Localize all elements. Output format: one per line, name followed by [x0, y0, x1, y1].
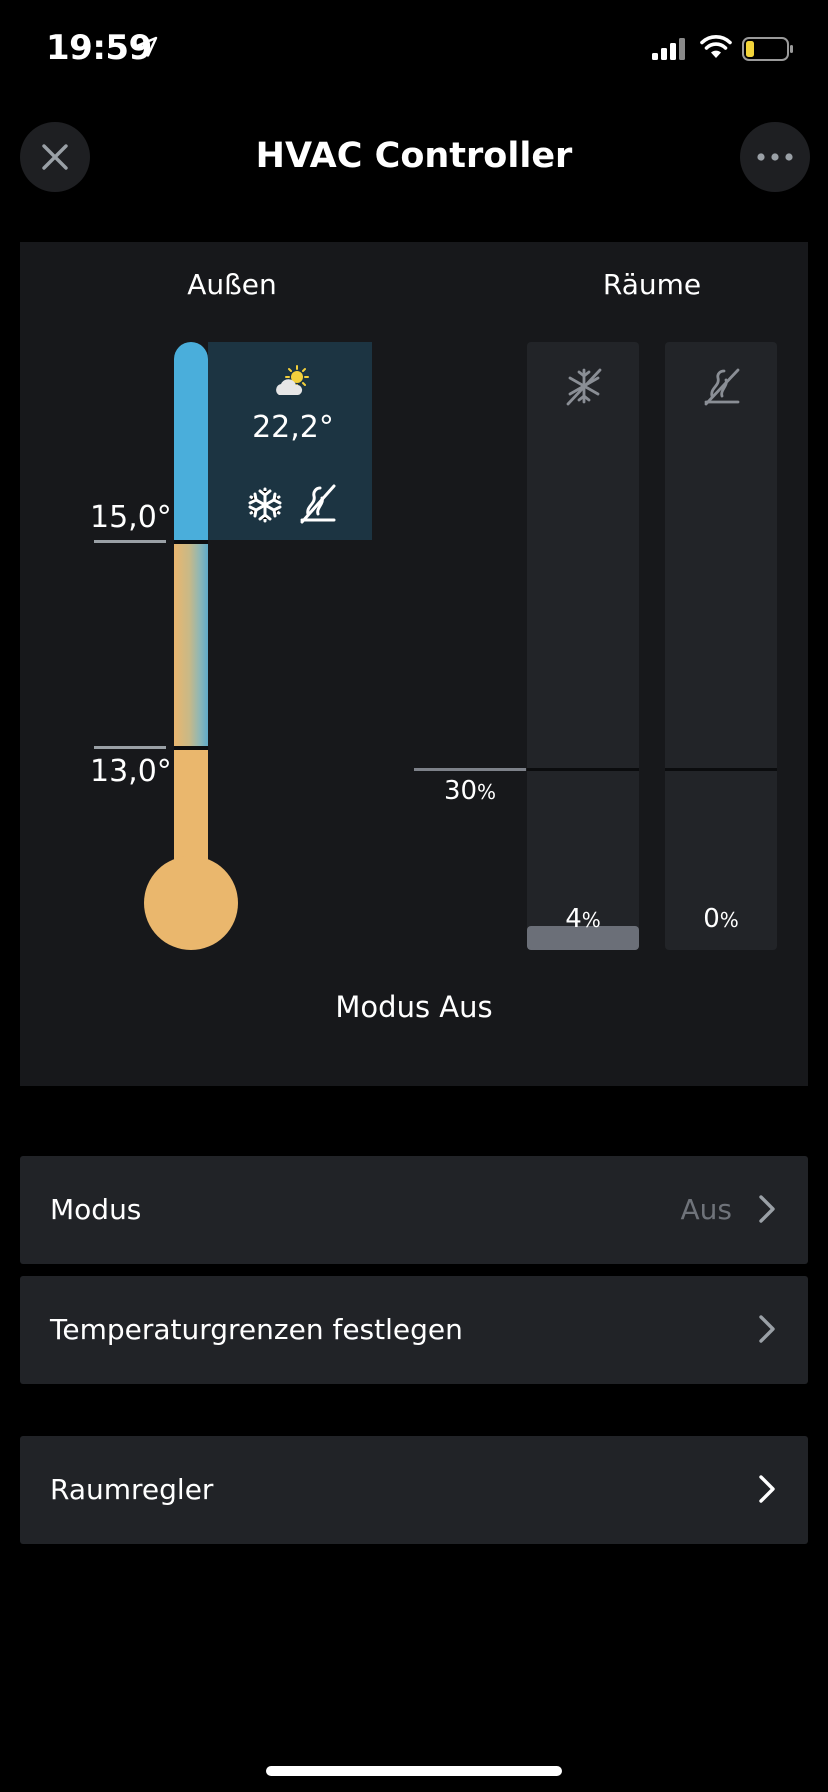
signal-icon [652, 38, 685, 60]
thermometer-warm-segment [174, 750, 208, 870]
outside-title: Außen [187, 268, 277, 301]
battery-low-icon [742, 37, 793, 61]
more-button[interactable] [740, 122, 810, 192]
upper-limit-separator [174, 540, 208, 544]
lower-limit-label: 13,0° [90, 754, 172, 789]
room-heating-threshold [665, 768, 777, 771]
room-cooling-threshold [527, 768, 639, 771]
mode-row[interactable]: Modus Aus [20, 1156, 808, 1264]
chevron-right-icon [759, 1475, 775, 1503]
home-indicator[interactable] [266, 1766, 562, 1776]
mode-row-value: Aus [680, 1193, 733, 1226]
thermometer-cold-segment [174, 342, 208, 540]
lower-limit-tick [94, 746, 166, 749]
threshold-label: 30% [443, 776, 497, 806]
thermometer-comfort-segment [174, 544, 208, 746]
room-cooling-bar [527, 342, 639, 950]
partly-sunny-icon [276, 365, 309, 395]
heating-off-icon [704, 368, 740, 406]
room-controller-row-label: Raumregler [50, 1473, 214, 1506]
temperature-limits-row[interactable]: Temperaturgrenzen festlegen [20, 1276, 808, 1384]
threshold-line [414, 768, 526, 771]
room-heating-bar [665, 342, 777, 950]
chevron-right-icon [759, 1195, 775, 1223]
thermometer-bulb [144, 856, 238, 950]
chevron-right-icon [759, 1315, 775, 1343]
room-heating-value: 0% [703, 904, 739, 934]
heating-off-icon [300, 484, 336, 524]
temperature-limits-row-label: Temperaturgrenzen festlegen [50, 1313, 463, 1346]
more-icon [757, 153, 793, 161]
snowflake-icon [248, 487, 282, 523]
room-controller-row[interactable]: Raumregler [20, 1436, 808, 1544]
mode-row-label: Modus [50, 1193, 142, 1226]
wifi-icon [700, 35, 732, 58]
location-arrow-icon [136, 36, 158, 57]
upper-limit-label: 15,0° [90, 500, 172, 535]
outside-temperature: 22,2° [252, 410, 334, 445]
page-title: HVAC Controller [255, 136, 573, 176]
cooling-off-icon [566, 368, 602, 406]
mode-status: Modus Aus [335, 990, 493, 1024]
lower-limit-separator [174, 746, 208, 750]
room-cooling-value: 4% [565, 904, 601, 934]
upper-limit-tick [94, 540, 166, 543]
rooms-title: Räume [602, 268, 702, 301]
